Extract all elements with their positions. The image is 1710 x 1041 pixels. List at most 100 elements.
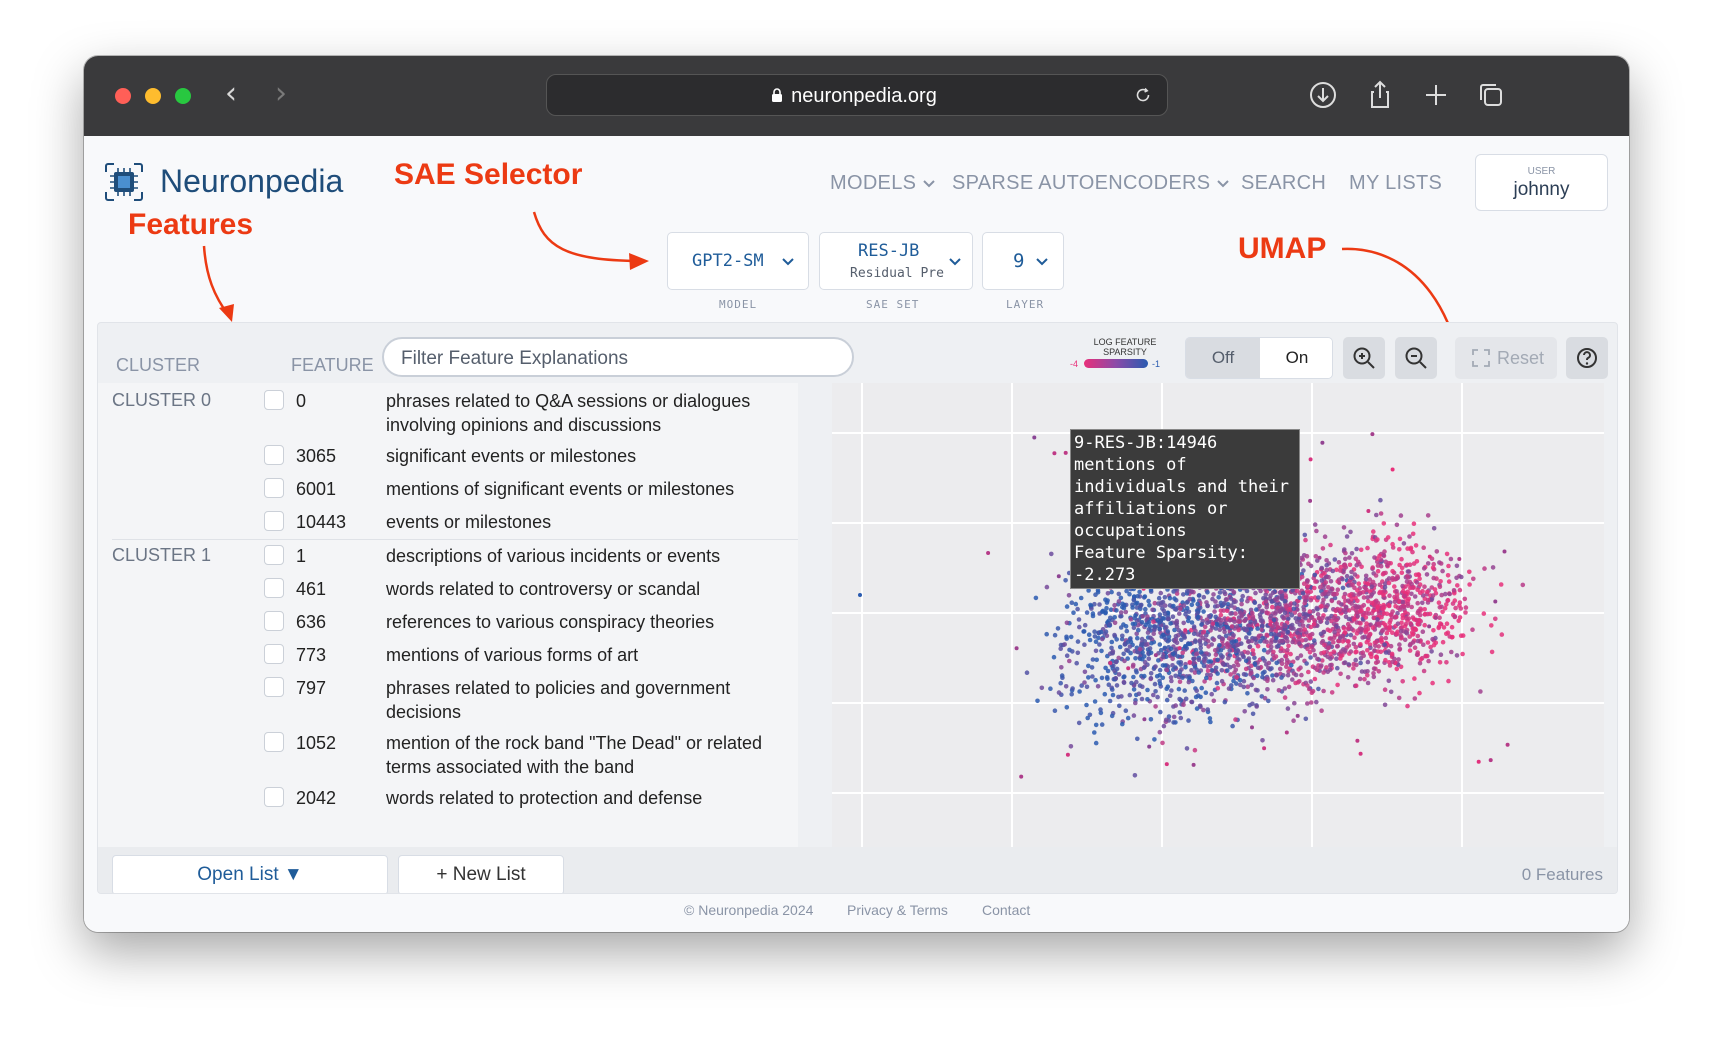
reset-label: Reset [1497, 348, 1545, 368]
new-tab-icon[interactable] [1419, 78, 1453, 112]
feature-id[interactable]: 10443 [296, 512, 346, 533]
feature-description[interactable]: words related to protection and defense [386, 786, 798, 810]
model-selector[interactable]: GPT2-SM [667, 232, 809, 290]
user-menu[interactable]: USER johnny [1475, 154, 1608, 211]
maximize-window-button[interactable] [175, 88, 191, 104]
footer-contact-link[interactable]: Contact [982, 902, 1030, 918]
model-label: MODEL [719, 298, 758, 311]
feature-description[interactable]: mentions of various forms of art [386, 643, 798, 667]
toggle-off[interactable]: Off [1186, 338, 1260, 378]
annotation-sae-selector: SAE Selector [394, 158, 583, 191]
filter-placeholder: Filter Feature Explanations [401, 348, 629, 369]
feature-id[interactable]: 636 [296, 612, 326, 633]
feature-checkbox[interactable] [264, 787, 284, 807]
feature-description[interactable]: mention of the rock band "The Dead" or r… [386, 731, 798, 779]
chevron-down-icon [1217, 180, 1229, 188]
model-value: GPT2-SM [692, 251, 764, 271]
feature-checkbox[interactable] [264, 545, 284, 565]
help-icon [1577, 348, 1597, 368]
help-button[interactable] [1566, 337, 1608, 379]
chevron-down-icon [923, 180, 935, 188]
footer-copyright: © Neuronpedia 2024 [684, 902, 814, 918]
forward-icon[interactable]: › [266, 79, 296, 110]
browser-window: ‹ › neuronpedia.org Neuronpedia SAE Sele… [84, 56, 1629, 932]
feature-id[interactable]: 1052 [296, 733, 336, 754]
main-panel: CLUSTER FEATURE Filter Feature Explanati… [97, 322, 1618, 894]
user-name: johnny [1513, 179, 1570, 200]
feature-id[interactable]: 2042 [296, 788, 336, 809]
feature-description[interactable]: events or milestones [386, 510, 798, 534]
legend-title: LOG FEATURE SPARSITY [1093, 337, 1157, 357]
feature-id[interactable]: 773 [296, 645, 326, 666]
annotation-features: Features [128, 208, 254, 241]
nav-sparse-autoencoders-label: SPARSE AUTOENCODERS [952, 172, 1211, 194]
layer-label: LAYER [1006, 298, 1045, 311]
feature-description[interactable]: words related to controversy or scandal [386, 577, 798, 601]
layer-value: 9 [1013, 250, 1025, 272]
filter-explanations-input[interactable]: Filter Feature Explanations [382, 337, 854, 377]
sparsity-color-scale [1084, 359, 1148, 368]
feature-checkbox[interactable] [264, 611, 284, 631]
neuronpedia-logo-icon[interactable] [102, 160, 146, 204]
toggle-on[interactable]: On [1260, 338, 1332, 378]
layer-selector[interactable]: 9 [982, 232, 1064, 290]
legend-max: -1 [1152, 359, 1161, 369]
feature-description[interactable]: significant events or milestones [386, 444, 798, 468]
feature-checkbox[interactable] [264, 511, 284, 531]
zoom-out-button[interactable] [1395, 337, 1437, 379]
feature-checkbox[interactable] [264, 478, 284, 498]
feature-checkbox[interactable] [264, 445, 284, 465]
nav-search[interactable]: SEARCH [1241, 172, 1326, 195]
sparsity-toggle[interactable]: Off On [1185, 337, 1333, 379]
address-bar[interactable]: neuronpedia.org [546, 74, 1168, 116]
chevron-down-icon [782, 258, 794, 266]
nav-my-lists[interactable]: MY LISTS [1349, 172, 1442, 195]
nav-models[interactable]: MODELS [830, 172, 936, 195]
open-list-button[interactable]: Open List ▼ [112, 855, 388, 893]
sae-set-value: RES-JB [858, 241, 920, 261]
cluster-label: CLUSTER 0 [112, 390, 212, 410]
reload-icon[interactable] [1133, 85, 1153, 105]
new-list-button[interactable]: + New List [398, 855, 564, 893]
share-icon[interactable] [1363, 78, 1397, 112]
feature-description[interactable]: references to various conspiracy theorie… [386, 610, 798, 634]
back-icon[interactable]: ‹ [216, 79, 246, 110]
sae-set-label: SAE SET [866, 298, 920, 311]
feature-description[interactable]: phrases related to Q&A sessions or dialo… [386, 389, 798, 437]
feature-description[interactable]: phrases related to policies and governme… [386, 676, 798, 724]
feature-id[interactable]: 0 [296, 391, 306, 412]
feature-id[interactable]: 461 [296, 579, 326, 600]
browser-titlebar: ‹ › neuronpedia.org [84, 56, 1629, 136]
brand-name[interactable]: Neuronpedia [160, 163, 343, 200]
chevron-down-icon [1036, 258, 1048, 266]
feature-checkbox[interactable] [264, 732, 284, 752]
legend-min: -4 [1069, 359, 1078, 369]
feature-description[interactable]: mentions of significant events or milest… [386, 477, 798, 501]
feature-description[interactable]: descriptions of various incidents or eve… [386, 544, 798, 568]
tabs-icon[interactable] [1474, 78, 1508, 112]
feature-id[interactable]: 1 [296, 546, 306, 567]
close-window-button[interactable] [115, 88, 131, 104]
feature-checkbox[interactable] [264, 390, 284, 410]
zoom-in-button[interactable] [1343, 337, 1385, 379]
url-text: neuronpedia.org [791, 85, 937, 107]
annotation-umap: UMAP [1238, 232, 1327, 265]
cluster-column-header: CLUSTER [116, 355, 201, 375]
download-icon[interactable] [1306, 78, 1340, 112]
reset-button[interactable]: Reset [1455, 337, 1557, 379]
tooltip-sparsity: Feature Sparsity: -2.273 [1074, 543, 1248, 585]
sae-set-selector[interactable]: RES-JB Residual Pre [819, 232, 973, 290]
tooltip-title: 9-RES-JB:14946 [1074, 433, 1218, 453]
minimize-window-button[interactable] [145, 88, 161, 104]
chevron-down-icon [949, 258, 961, 266]
nav-sparse-autoencoders[interactable]: SPARSE AUTOENCODERS [952, 172, 1230, 195]
footer-privacy-link[interactable]: Privacy & Terms [847, 902, 948, 918]
feature-id[interactable]: 6001 [296, 479, 336, 500]
nav-models-label: MODELS [830, 172, 917, 194]
feature-checkbox[interactable] [264, 644, 284, 664]
feature-checkbox[interactable] [264, 677, 284, 697]
feature-id[interactable]: 797 [296, 678, 326, 699]
feature-checkbox[interactable] [264, 578, 284, 598]
feature-list[interactable]: CLUSTER 0 0 phrases related to Q&A sessi… [98, 383, 798, 847]
feature-id[interactable]: 3065 [296, 446, 336, 467]
